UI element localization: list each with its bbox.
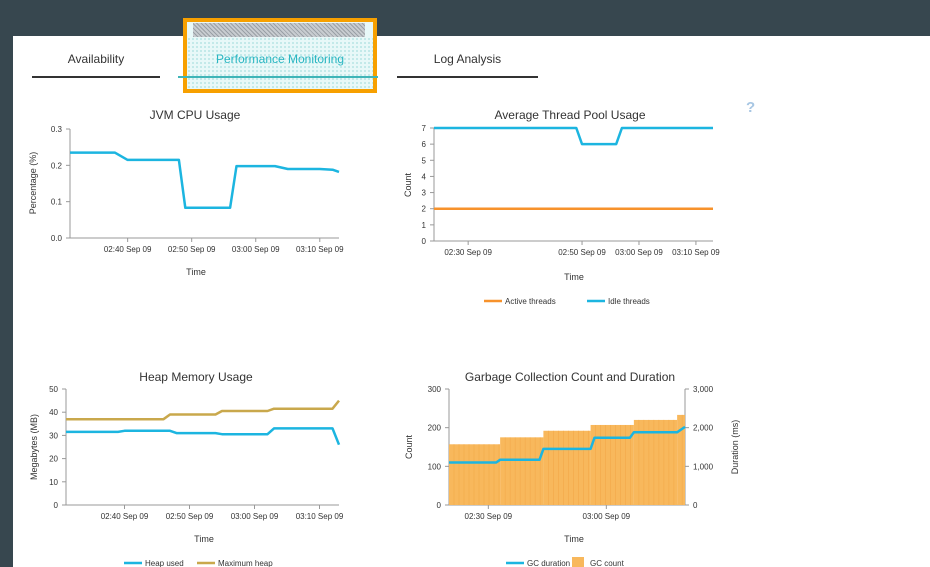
y-tick-label: 10 — [49, 478, 58, 487]
legend-label: Active threads — [505, 297, 556, 306]
x-tick-label: 03:00 Sep 09 — [231, 512, 279, 521]
chart-title: JVM CPU Usage — [150, 108, 241, 122]
y2-tick-label: 2,000 — [693, 424, 714, 433]
idle-threads-series-line — [434, 126, 713, 146]
y2-tick-label: 3,000 — [693, 385, 714, 394]
y-tick-label: 6 — [422, 140, 427, 149]
y-tick-label: 0 — [437, 501, 442, 510]
legend-label: Heap used — [145, 559, 184, 567]
y-tick-label: 5 — [422, 156, 427, 165]
y-tick-label: 200 — [428, 424, 442, 433]
y-tick-label: 2 — [422, 205, 427, 214]
x-tick-label: 02:40 Sep 09 — [101, 512, 149, 521]
chart-title: Garbage Collection Count and Duration — [465, 370, 675, 384]
x-tick-label: 02:50 Sep 09 — [168, 245, 216, 254]
x-tick-label: 03:00 Sep 09 — [615, 248, 663, 257]
y-tick-label: 0.3 — [51, 125, 63, 134]
y-tick-label: 0 — [54, 501, 59, 510]
y-tick-label: 50 — [49, 385, 58, 394]
x-tick-label: 03:00 Sep 09 — [583, 512, 631, 521]
legend-label: Maximum heap — [218, 559, 273, 567]
y-tick-label: 100 — [428, 462, 442, 471]
heap-used-series-line — [66, 427, 341, 446]
y-tick-label: 3 — [422, 189, 427, 198]
legend-swatch — [572, 557, 584, 567]
legend-label: GC count — [590, 559, 625, 567]
y-tick-label: 0.2 — [51, 161, 63, 170]
y-axis-label: Megabytes (MB) — [29, 414, 39, 480]
y-axis-label: Count — [404, 435, 414, 460]
y2-tick-label: 1,000 — [693, 462, 714, 471]
y-tick-label: 0.0 — [51, 234, 63, 243]
y-tick-label: 7 — [422, 124, 427, 133]
y2-tick-label: 0 — [693, 501, 698, 510]
x-tick-label: 03:00 Sep 09 — [232, 245, 280, 254]
x-tick-label: 02:30 Sep 09 — [465, 512, 513, 521]
y-tick-label: 20 — [49, 455, 58, 464]
gc-count-bar — [500, 437, 544, 505]
x-axis-label: Time — [564, 534, 584, 544]
chart-title: Heap Memory Usage — [139, 370, 253, 384]
y-axis-label: Count — [403, 173, 413, 198]
x-axis-label: Time — [194, 534, 214, 544]
x-tick-label: 02:50 Sep 09 — [558, 248, 606, 257]
y-tick-label: 1 — [422, 221, 427, 230]
maximum-heap-series-line — [66, 399, 340, 421]
legend-label: Idle threads — [608, 297, 650, 306]
charts-layer: JVM CPU Usage 0.0 0.1 0.2 0.3 02:40 Sep 09 02:… — [28, 108, 740, 567]
chart-title: Average Thread Pool Usage — [495, 108, 646, 122]
x-axis-label: Time — [186, 267, 206, 277]
x-tick-label: 03:10 Sep 09 — [296, 245, 344, 254]
y2-axis-label: Duration (ms) — [730, 420, 740, 475]
y-tick-label: 40 — [49, 408, 58, 417]
y-axis-label: Percentage (%) — [28, 152, 38, 215]
x-tick-label: 02:50 Sep 09 — [166, 512, 214, 521]
y-tick-label: 0.1 — [51, 198, 63, 207]
y-tick-label: 300 — [428, 385, 442, 394]
gc-count-bar — [449, 444, 501, 505]
y-tick-label: 0 — [422, 237, 427, 246]
cpu-series-line — [70, 151, 340, 210]
x-tick-label: 02:30 Sep 09 — [444, 248, 492, 257]
x-tick-label: 02:40 Sep 09 — [104, 245, 152, 254]
y-tick-label: 30 — [49, 431, 58, 440]
legend-label: GC duration — [527, 559, 570, 567]
y-tick-label: 4 — [422, 172, 427, 181]
x-tick-label: 03:10 Sep 09 — [296, 512, 344, 521]
x-axis-label: Time — [564, 272, 584, 282]
x-tick-label: 03:10 Sep 09 — [672, 248, 720, 257]
